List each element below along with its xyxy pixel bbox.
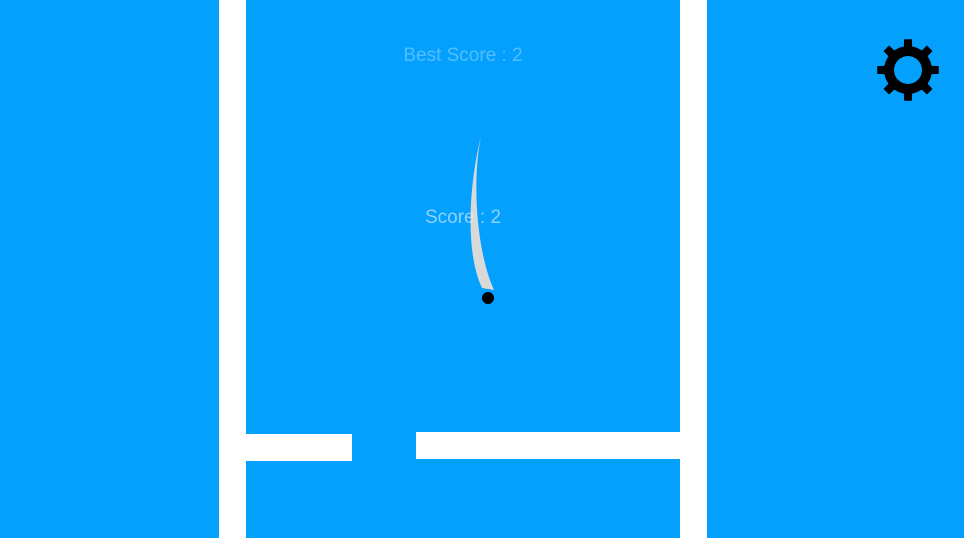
game-canvas[interactable]: Best Score : 2 Score : 2 xyxy=(0,0,964,538)
settings-button[interactable] xyxy=(874,36,942,104)
score-label: Score : 2 xyxy=(424,207,502,228)
gear-icon xyxy=(877,39,939,101)
gear-hole xyxy=(894,56,922,84)
ball-layer xyxy=(470,136,494,304)
ball xyxy=(482,292,494,304)
